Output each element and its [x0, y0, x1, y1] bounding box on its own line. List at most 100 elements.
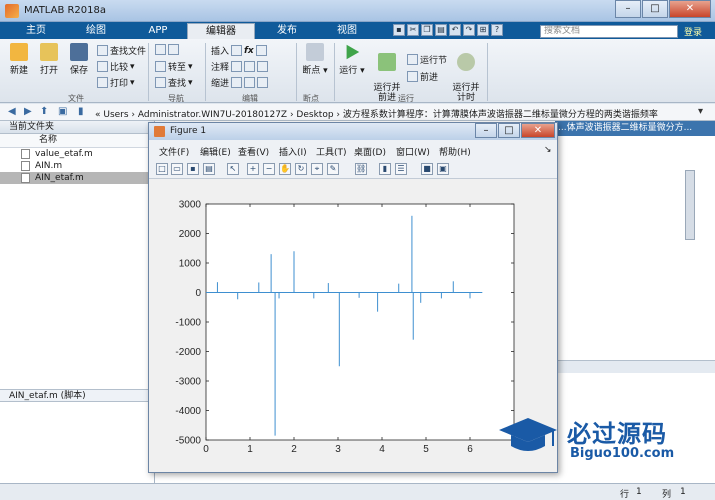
wrap-comments-icon [257, 61, 269, 72]
logo-brand-text: 必过源码 [567, 420, 667, 448]
pointer-icon[interactable]: ↖ [227, 163, 239, 175]
tab-publish[interactable]: 发布 [262, 23, 312, 39]
file-row[interactable]: value_etaf.m [0, 148, 154, 160]
save-icon[interactable]: ▪ [393, 24, 405, 36]
function-icon[interactable]: fx [244, 46, 254, 56]
matlab-logo-icon [5, 4, 19, 18]
open-file-icon[interactable]: ▭ [171, 163, 183, 175]
search-documentation-input[interactable]: 搜索文档 [540, 25, 678, 38]
find-files-button[interactable]: 查找文件 [97, 44, 146, 57]
open-button[interactable]: 打开 [36, 43, 62, 76]
x-tick-label: 5 [423, 444, 429, 455]
x-tick-label: 2 [291, 444, 297, 455]
paste-icon[interactable]: ▤ [435, 24, 447, 36]
current-folder-path[interactable]: « Users › Administrator.WIN7U-20180127Z … [95, 107, 658, 120]
figure-title-bar[interactable]: Figure 1 – □ ✕ [149, 123, 557, 140]
insert-button[interactable]: 插入 fx [211, 44, 267, 57]
col-value: 1 [680, 487, 686, 497]
compare-button[interactable]: 比较 ▾ [97, 60, 135, 73]
ribbon-separator [148, 43, 149, 101]
run-section-icon [407, 54, 418, 65]
sign-in-link[interactable]: 登录 [684, 25, 702, 38]
editor-scrollbar[interactable] [685, 170, 695, 240]
print-button[interactable]: 打印 ▾ [97, 76, 135, 89]
new-button[interactable]: 新建 [6, 43, 32, 76]
row-label: 行 [620, 490, 630, 500]
tab-editor[interactable]: 编辑器 [187, 23, 255, 39]
run-advance-icon [378, 53, 396, 71]
pan-icon[interactable]: ✋ [279, 163, 291, 175]
menu-edit[interactable]: 编辑(E) [200, 145, 231, 158]
link-plot-icon[interactable]: ⛓ [355, 163, 367, 175]
copy-icon[interactable]: ❐ [421, 24, 433, 36]
run-section-button[interactable]: 运行节 [407, 53, 447, 66]
new-figure-icon[interactable]: □ [156, 163, 168, 175]
file-row[interactable]: AIN.m [0, 160, 154, 172]
path-dropdown-icon[interactable]: ▾ [698, 106, 703, 117]
details-bar[interactable]: AIN_etaf.m (脚本) [0, 389, 155, 402]
tab-apps[interactable]: APP [134, 23, 182, 39]
group-label-file: 文件 [68, 94, 84, 103]
maximize-button[interactable]: □ [642, 0, 668, 18]
back-arrow-icon[interactable]: ◀ [8, 106, 16, 117]
figure-minimize-button[interactable]: – [475, 123, 497, 138]
breakpoints-button[interactable]: 断点 ▾ [302, 43, 328, 76]
minimize-button[interactable]: – [615, 0, 641, 18]
advance-button[interactable]: 前进 [407, 70, 438, 83]
menu-help[interactable]: 帮助(H) [439, 145, 471, 158]
insert-icon [231, 45, 243, 56]
editor-tab-title[interactable]: ...体声波谐振器二维标量微分方... [555, 121, 715, 136]
figure-menu-bar: 文件(F) 编辑(E) 查看(V) 插入(I) 工具(T) 桌面(D) 窗口(W… [149, 140, 557, 159]
browse-folder-icon[interactable]: ▣ [58, 106, 67, 117]
tab-plots[interactable]: 绘图 [70, 23, 122, 39]
y-tick-label: 0 [195, 288, 201, 299]
run-button[interactable]: 运行 ▾ [339, 43, 365, 76]
figure-close-button[interactable]: ✕ [521, 123, 555, 138]
forward-arrow-icon[interactable]: ▶ [24, 106, 32, 117]
insert-extra-icon [255, 45, 267, 56]
up-folder-icon[interactable]: ⬆ [40, 106, 48, 117]
menu-window[interactable]: 窗口(W) [396, 145, 430, 158]
back-forward-icons[interactable] [155, 44, 179, 55]
y-tick-label: -4000 [175, 406, 201, 417]
help-icon[interactable]: ? [491, 24, 503, 36]
group-label-breakpoints: 断点 [303, 94, 319, 103]
figure-maximize-button[interactable]: □ [498, 123, 520, 138]
menu-desktop[interactable]: 桌面(D) [354, 145, 386, 158]
dock-arrow-icon[interactable]: ↘ [544, 145, 552, 155]
zoom-out-icon[interactable]: − [263, 163, 275, 175]
run-and-time-button[interactable]: 运行并 计时 [451, 43, 481, 103]
column-header-name[interactable]: 名称 [0, 134, 154, 148]
indent-button[interactable]: 缩进 [211, 76, 269, 89]
find-button[interactable]: 查找 ▾ [155, 76, 193, 89]
file-row-selected[interactable]: AIN_etaf.m [0, 172, 154, 184]
close-button[interactable]: ✕ [669, 0, 711, 18]
data-cursor-icon[interactable]: ⌖ [311, 163, 323, 175]
menu-view[interactable]: 查看(V) [238, 145, 269, 158]
menu-tools[interactable]: 工具(T) [316, 145, 347, 158]
menu-file[interactable]: 文件(F) [159, 145, 189, 158]
undo-icon[interactable]: ↶ [449, 24, 461, 36]
comment-button[interactable]: 注释 [211, 60, 269, 73]
zoom-in-icon[interactable]: + [247, 163, 259, 175]
tab-view[interactable]: 视图 [322, 23, 372, 39]
row-value: 1 [636, 487, 642, 497]
save-button[interactable]: 保存 [66, 43, 92, 76]
brush-icon[interactable]: ✎ [327, 163, 339, 175]
hide-plot-tools-icon[interactable]: ■ [421, 163, 433, 175]
redo-icon[interactable]: ↷ [463, 24, 475, 36]
rotate-3d-icon[interactable]: ↻ [295, 163, 307, 175]
print-figure-icon[interactable]: ▤ [203, 163, 215, 175]
show-plot-tools-icon[interactable]: ▣ [437, 163, 449, 175]
save-figure-icon[interactable]: ▪ [187, 163, 199, 175]
colorbar-icon[interactable]: ▮ [379, 163, 391, 175]
goto-button[interactable]: 转至 ▾ [155, 60, 193, 73]
switch-windows-icon[interactable]: ⊞ [477, 24, 489, 36]
current-folder-panel: 当前文件夹 名称 value_etaf.m AIN.m AIN_etaf.m A… [0, 121, 155, 483]
tab-home[interactable]: 主页 [14, 23, 58, 39]
menu-insert[interactable]: 插入(I) [279, 145, 307, 158]
cut-icon[interactable]: ✂ [407, 24, 419, 36]
find-files-icon [97, 45, 108, 56]
legend-icon[interactable]: ☰ [395, 163, 407, 175]
goto-icon [155, 61, 166, 72]
